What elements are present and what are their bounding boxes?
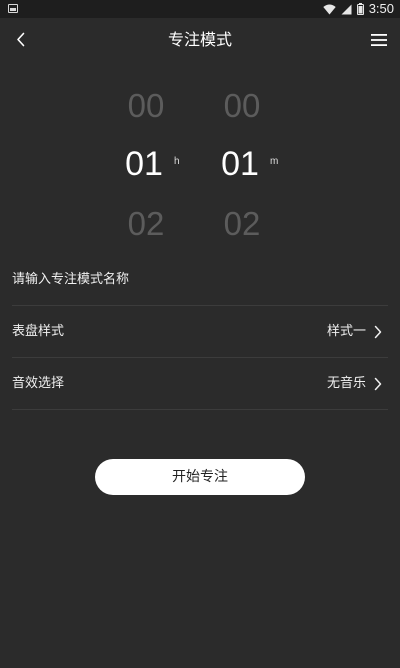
- dial-style-label: 表盘样式: [12, 324, 65, 339]
- hamburger-menu-icon: [371, 34, 387, 46]
- signal-icon: [341, 4, 352, 14]
- status-bar: 3:50: [0, 0, 400, 18]
- hour-option-prev[interactable]: 00: [116, 86, 176, 126]
- sound-select-label: 音效选择: [12, 376, 65, 391]
- minute-unit-label: m: [270, 156, 279, 167]
- time-picker[interactable]: 00 01 h 02 00 01 m 02: [0, 80, 400, 250]
- status-icons: 3:50: [322, 0, 394, 18]
- minute-option-selected[interactable]: 01: [210, 144, 270, 184]
- top-bar: 专注模式: [0, 18, 400, 62]
- back-button[interactable]: [10, 28, 34, 52]
- battery-icon: [356, 3, 364, 15]
- mode-name-placeholder: 请输入专注模式名称: [12, 272, 130, 287]
- wifi-icon: [322, 4, 336, 14]
- notification-image-icon: [8, 4, 18, 13]
- sound-select-value: 无音乐: [326, 376, 366, 391]
- dial-style-row[interactable]: 表盘样式 样式一: [12, 306, 388, 358]
- chevron-left-icon: [17, 32, 25, 47]
- mode-name-input[interactable]: 请输入专注模式名称: [12, 254, 388, 306]
- hour-unit-label: h: [174, 156, 180, 167]
- status-time: 3:50: [368, 1, 394, 16]
- hour-option-next[interactable]: 02: [116, 204, 176, 244]
- hour-option-selected[interactable]: 01: [114, 144, 174, 184]
- minute-option-prev[interactable]: 00: [212, 86, 272, 126]
- minute-option-next[interactable]: 02: [212, 204, 272, 244]
- chevron-right-icon: [374, 377, 382, 391]
- sound-select-row[interactable]: 音效选择 无音乐: [12, 358, 388, 410]
- dial-style-value: 样式一: [326, 324, 366, 339]
- menu-button[interactable]: [370, 29, 388, 51]
- page-title: 专注模式: [167, 30, 232, 49]
- chevron-right-icon: [374, 325, 382, 339]
- start-focus-button[interactable]: 开始专注: [95, 459, 305, 495]
